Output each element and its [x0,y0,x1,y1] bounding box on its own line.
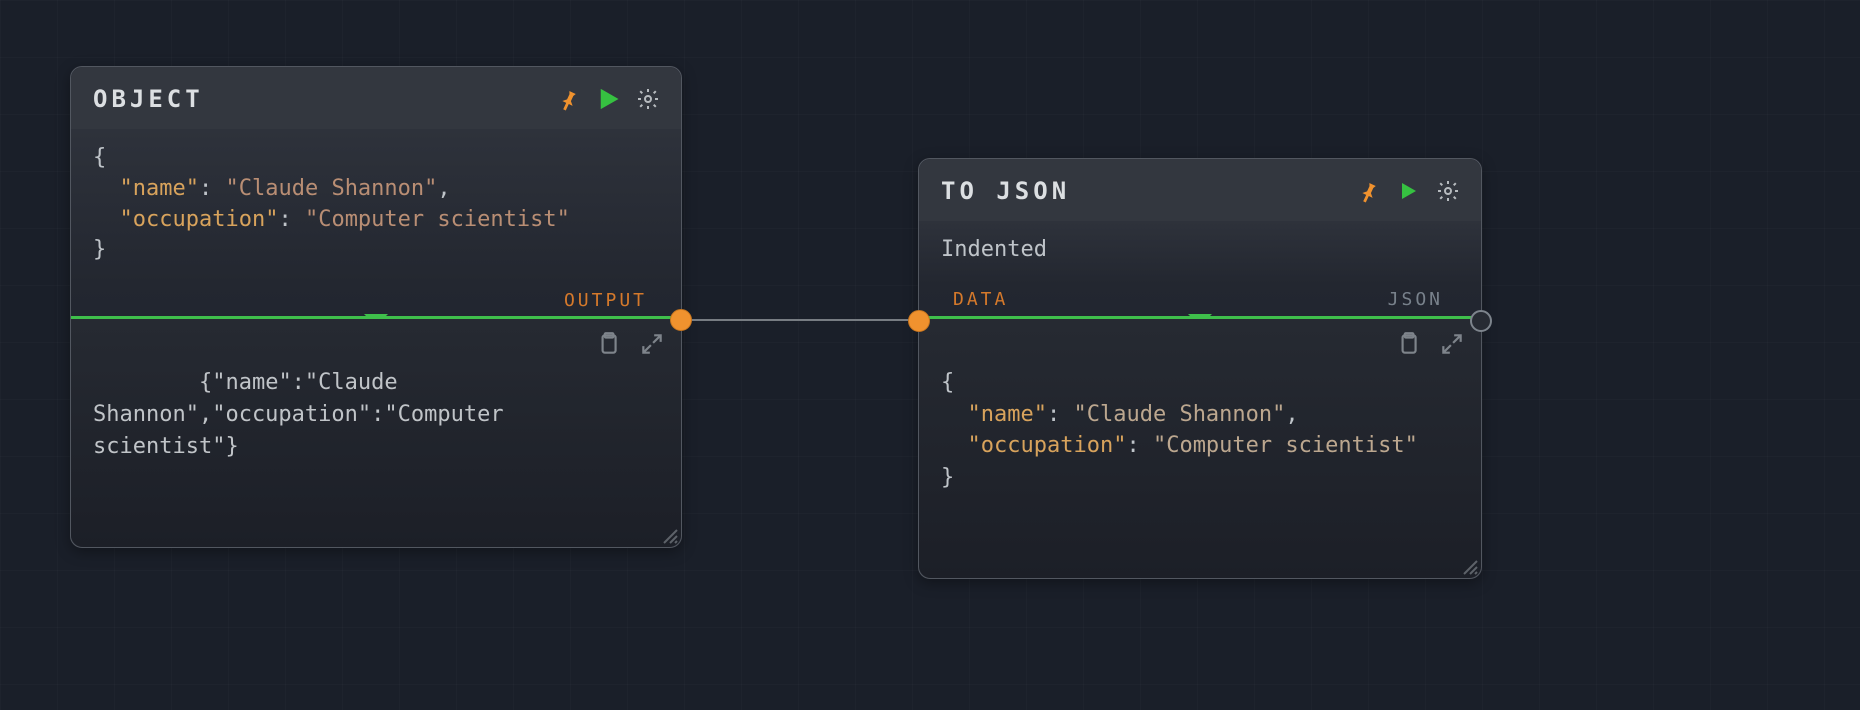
expand-icon[interactable] [1439,331,1465,357]
ports-row: DATA JSON [919,284,1481,316]
node-header[interactable]: TO JSON [919,159,1481,221]
node-header-icons [1355,178,1461,204]
pin-icon[interactable] [555,86,581,112]
resize-handle[interactable] [1460,557,1478,575]
node-header-icons [555,86,661,112]
output-port-label: OUTPUT [564,290,647,311]
connection-wire [670,304,920,336]
node-object[interactable]: OBJECT { "name": "Claude Shannon", "occu… [70,66,682,548]
clipboard-icon[interactable] [1395,331,1421,357]
node-title: TO JSON [941,177,1355,205]
node-body-code[interactable]: { "name": "Claude Shannon", "occupation"… [71,129,681,284]
output-port[interactable] [1470,310,1492,332]
input-port[interactable] [908,310,930,332]
node-canvas[interactable]: OBJECT { "name": "Claude Shannon", "occu… [0,0,1860,710]
output-port-row: OUTPUT [71,284,681,316]
gear-icon[interactable] [1435,178,1461,204]
output-port-label: JSON [1388,289,1443,310]
input-port-label: DATA [953,289,1008,310]
node-tojson[interactable]: TO JSON Indented DATA J [918,158,1482,579]
output-text: {"name":"Claude Shannon","occupation":"C… [93,370,517,459]
node-output-panel: {"name":"Claude Shannon","occupation":"C… [71,319,681,546]
pin-icon[interactable] [1355,178,1381,204]
node-title: OBJECT [93,85,555,113]
resize-handle[interactable] [660,526,678,544]
expand-icon[interactable] [639,331,665,357]
gear-icon[interactable] [635,86,661,112]
clipboard-icon[interactable] [595,331,621,357]
body-text: Indented [941,237,1047,262]
play-icon[interactable] [595,86,621,112]
play-icon[interactable] [1395,178,1421,204]
node-body[interactable]: Indented [919,221,1481,284]
node-output-panel: { "name": "Claude Shannon", "occupation"… [919,319,1481,578]
output-port[interactable] [670,309,692,331]
node-header[interactable]: OBJECT [71,67,681,129]
